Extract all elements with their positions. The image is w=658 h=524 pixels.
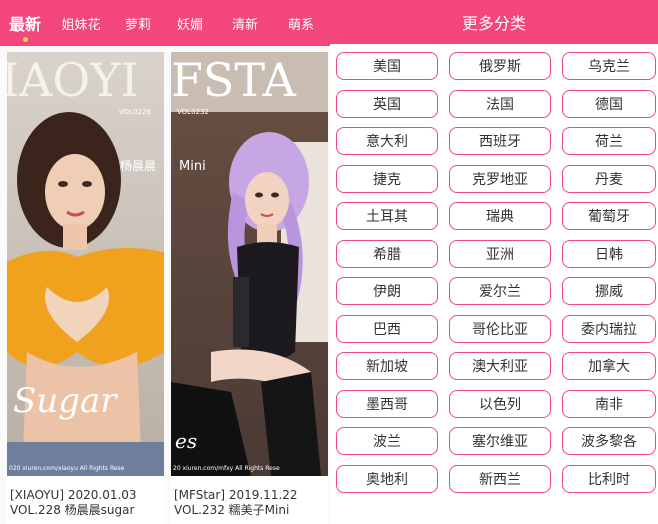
category-row: 巴西 哥伦比亚 委内瑞拉 (336, 314, 656, 343)
category-button[interactable]: 波多黎各 (562, 427, 656, 455)
gallery-pane: 最新 姐妹花 萝莉 妖媚 清新 萌系 IAOYI VOL0228 杨晨晨 Sug… (0, 0, 330, 524)
panel-title: 更多分类 (461, 14, 526, 33)
panel-header: 更多分类 (330, 0, 658, 44)
category-button[interactable]: 俄罗斯 (449, 52, 551, 80)
category-button[interactable]: 新西兰 (449, 464, 551, 493)
cover-banner-text: IAOYI (7, 53, 139, 107)
tab-label: 姐妹花 (61, 17, 101, 33)
category-button[interactable]: 乌克兰 (562, 52, 656, 80)
category-button[interactable]: 挪威 (562, 277, 656, 305)
category-button[interactable]: 爱尔兰 (449, 277, 551, 305)
category-button[interactable]: 德国 (562, 89, 656, 118)
cover-name-text: 杨晨晨 (120, 158, 156, 173)
category-row: 美国 俄罗斯 乌克兰 (336, 52, 656, 80)
category-button[interactable]: 墨西哥 (336, 389, 438, 418)
tab-cute[interactable]: 萌系 (274, 0, 328, 46)
category-button[interactable]: 比利时 (562, 464, 656, 493)
tab-label: 最新 (8, 15, 41, 34)
category-row: 捷克 克罗地亚 丹麦 (336, 164, 656, 193)
tab-label: 妖媚 (176, 17, 203, 33)
category-button[interactable]: 意大利 (336, 127, 438, 155)
category-button[interactable]: 希腊 (336, 239, 438, 268)
category-button[interactable]: 波兰 (336, 427, 438, 455)
album-subtitle-line: VOL.228 杨晨晨sugar (10, 503, 135, 517)
category-button[interactable]: 英国 (336, 89, 438, 118)
tab-charming[interactable]: 妖媚 (164, 0, 216, 46)
category-row: 希腊 亚洲 日韩 (336, 239, 656, 268)
tab-label: 萝莉 (124, 17, 151, 33)
cover-banner-text: FSTA (171, 53, 297, 107)
cover-code-text: VOL0228 (119, 108, 151, 116)
album-caption[interactable]: [MFStar] 2019.11.22 VOL.232 糯美子Mini (174, 488, 328, 518)
active-tab-indicator (23, 37, 28, 42)
album-title-line: [XIAOYU] 2020.01.03 (10, 488, 137, 502)
category-button[interactable]: 塞尔维亚 (449, 427, 551, 455)
category-button[interactable]: 丹麦 (562, 164, 656, 193)
album-title-line: [MFStar] 2019.11.22 (174, 488, 298, 502)
category-button[interactable]: 西班牙 (449, 127, 551, 155)
cover-code-text: VOL0232 (177, 108, 209, 116)
category-button[interactable]: 哥伦比亚 (449, 314, 551, 343)
album-grid: IAOYI VOL0228 杨晨晨 Sugar 020 xiuren.com/x… (0, 46, 330, 524)
tab-loli[interactable]: 萝莉 (112, 0, 164, 46)
category-button-grid: 美国 俄罗斯 乌克兰 英国 法国 德国 意大利 西班牙 荷兰 捷克 克罗地亚 丹麦 土耳其 瑞典 葡萄牙 希腊… (336, 52, 656, 502)
category-button[interactable]: 加拿大 (562, 352, 656, 380)
tab-latest[interactable]: 最新 (0, 0, 50, 46)
category-row: 英国 法国 德国 (336, 89, 656, 118)
album-cover-image: FSTA VOL0232 Mini es 20 xiuren.com/mfxy … (171, 52, 328, 476)
cover-name-text: Mini (179, 159, 206, 174)
category-button[interactable]: 巴西 (336, 314, 438, 343)
tab-label: 萌系 (287, 17, 314, 33)
album-cover[interactable]: IAOYI VOL0228 杨晨晨 Sugar 020 xiuren.com/x… (7, 52, 164, 476)
category-row: 意大利 西班牙 荷兰 (336, 127, 656, 155)
category-button[interactable]: 土耳其 (336, 202, 438, 230)
album-subtitle-line: VOL.232 糯美子Mini (174, 503, 290, 517)
category-row: 土耳其 瑞典 葡萄牙 (336, 202, 656, 230)
cover-footer-text: 020 xiuren.com/xiaoyu All Rights Rese (9, 465, 125, 472)
category-button[interactable]: 以色列 (449, 389, 551, 418)
category-tab-bar: 最新 姐妹花 萝莉 妖媚 清新 萌系 (0, 0, 330, 46)
category-button[interactable]: 葡萄牙 (562, 202, 656, 230)
category-row: 波兰 塞尔维亚 波多黎各 (336, 427, 656, 455)
category-button[interactable]: 南非 (562, 389, 656, 418)
category-button[interactable]: 伊朗 (336, 277, 438, 305)
category-button[interactable]: 亚洲 (449, 239, 551, 268)
category-button[interactable]: 日韩 (562, 239, 656, 268)
album-cover-image: IAOYI VOL0228 杨晨晨 Sugar 020 xiuren.com/x… (7, 52, 164, 476)
cover-script-text: es (175, 429, 197, 453)
tab-fresh[interactable]: 清新 (216, 0, 274, 46)
category-panel: 更多分类 美国 俄罗斯 乌克兰 英国 法国 德国 意大利 西班牙 荷兰 捷克 克罗地亚 丹麦 土耳其 瑞典… (330, 0, 658, 524)
category-row: 新加坡 澳大利亚 加拿大 (336, 352, 656, 380)
category-row: 墨西哥 以色列 南非 (336, 389, 656, 418)
category-button[interactable]: 委内瑞拉 (562, 314, 656, 343)
category-button[interactable]: 法国 (449, 89, 551, 118)
category-row: 奥地利 新西兰 比利时 (336, 464, 656, 493)
category-row: 伊朗 爱尔兰 挪威 (336, 277, 656, 305)
album-caption[interactable]: [XIAOYU] 2020.01.03 VOL.228 杨晨晨sugar (10, 488, 164, 518)
album-cover[interactable]: FSTA VOL0232 Mini es 20 xiuren.com/mfxy … (171, 52, 328, 476)
category-button[interactable]: 荷兰 (562, 127, 656, 155)
album-card[interactable]: FSTA VOL0232 Mini es 20 xiuren.com/mfxy … (171, 52, 328, 524)
category-button[interactable]: 克罗地亚 (449, 164, 551, 193)
category-button[interactable]: 奥地利 (336, 464, 438, 493)
album-card[interactable]: IAOYI VOL0228 杨晨晨 Sugar 020 xiuren.com/x… (7, 52, 164, 524)
category-button[interactable]: 瑞典 (449, 202, 551, 230)
cover-script-text: Sugar (13, 381, 118, 421)
tab-sisters[interactable]: 姐妹花 (50, 0, 112, 46)
cover-footer-text: 20 xiuren.com/mfxy All Rights Rese (173, 465, 280, 472)
category-button[interactable]: 捷克 (336, 164, 438, 193)
category-button[interactable]: 新加坡 (336, 352, 438, 380)
category-button[interactable]: 美国 (336, 52, 438, 80)
category-button[interactable]: 澳大利亚 (449, 352, 551, 380)
tab-label: 清新 (231, 17, 258, 33)
